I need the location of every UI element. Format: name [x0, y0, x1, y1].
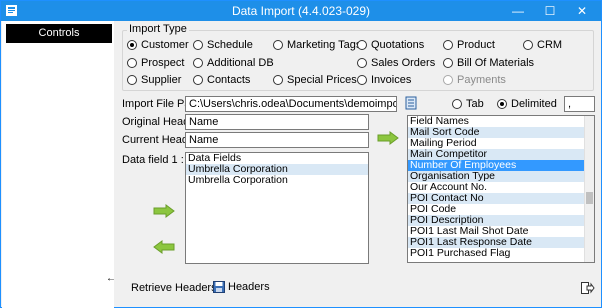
radio-tab[interactable]: Tab — [452, 98, 484, 110]
radio-label: Delimited — [511, 98, 557, 110]
add-right-arrow-icon[interactable] — [153, 204, 175, 218]
sidebar: Controls ← — [2, 21, 116, 308]
title-bar: Data Import (4.4.023-029) — ☐ ✕ — [1, 1, 601, 21]
radio-label: Marketing Tags — [287, 39, 362, 51]
radio-schedule[interactable]: Schedule — [193, 39, 253, 51]
original-header-input[interactable]: Name — [185, 114, 369, 130]
radio-quotations[interactable]: Quotations — [357, 39, 424, 51]
radio-label: Product — [457, 39, 495, 51]
radio-marketing-tags[interactable]: Marketing Tags — [273, 39, 361, 51]
radio-indicator — [497, 99, 507, 109]
field-names-list[interactable]: Field Names Mail Sort Code Mailing Perio… — [407, 115, 595, 263]
data-import-window: Data Import (4.4.023-029) — ☐ ✕ Controls… — [0, 0, 602, 308]
radio-indicator — [443, 75, 453, 85]
radio-indicator — [357, 75, 367, 85]
radio-label: Contacts — [207, 74, 251, 86]
radio-label: Schedule — [207, 39, 253, 51]
radio-label: Prospect — [141, 57, 185, 69]
controls-header[interactable]: Controls — [6, 24, 112, 43]
list-item[interactable]: Umbrella Corporation — [186, 175, 368, 186]
radio-indicator — [127, 40, 137, 50]
field-names-scrollbar[interactable] — [584, 116, 594, 262]
radio-bill-of-materials[interactable]: Bill Of Materials — [443, 57, 534, 69]
radio-indicator — [127, 75, 137, 85]
radio-prospect[interactable]: Prospect — [127, 57, 184, 69]
radio-label: Bill Of Materials — [457, 57, 535, 69]
radio-special-prices[interactable]: Special Prices — [273, 74, 357, 86]
back-arrow-icon[interactable]: ← — [106, 273, 116, 284]
remove-left-arrow-icon[interactable] — [153, 240, 175, 254]
radio-indicator — [443, 58, 453, 68]
radio-indicator — [523, 40, 533, 50]
minimize-button[interactable]: — — [505, 2, 531, 20]
radio-product[interactable]: Product — [443, 39, 495, 51]
save-icon — [213, 281, 225, 293]
radio-supplier[interactable]: Supplier — [127, 74, 181, 86]
import-file-path-input[interactable]: C:\Users\chris.odea\Documents\demoimport… — [185, 96, 397, 112]
radio-indicator — [357, 58, 367, 68]
radio-indicator — [193, 58, 203, 68]
data-fields-list[interactable]: Data Fields Umbrella Corporation Umbrell… — [185, 152, 369, 264]
radio-indicator — [193, 75, 203, 85]
radio-payments: Payments — [443, 74, 506, 86]
maximize-button[interactable]: ☐ — [537, 2, 563, 20]
list-item[interactable]: POI1 Purchased Flag — [408, 248, 594, 259]
exit-icon[interactable] — [581, 282, 595, 294]
radio-label: Invoices — [371, 74, 412, 86]
radio-label: CRM — [537, 39, 563, 51]
radio-customer[interactable]: Customer — [127, 39, 189, 51]
radio-indicator — [452, 99, 462, 109]
current-header-input[interactable]: Name — [185, 132, 369, 148]
radio-indicator — [273, 40, 283, 50]
delimiter-input[interactable]: , — [564, 96, 595, 112]
data-field-label: Data field 1 : — [122, 154, 184, 166]
browse-file-icon[interactable] — [405, 96, 417, 110]
headers-button[interactable]: Headers — [213, 281, 270, 293]
radio-indicator — [443, 40, 453, 50]
import-type-label: Import Type — [127, 23, 189, 35]
radio-indicator — [193, 40, 203, 50]
map-right-arrow-icon[interactable] — [377, 131, 399, 145]
radio-label: Additional DB — [207, 57, 274, 69]
headers-label: Headers — [228, 281, 270, 293]
radio-indicator — [357, 40, 367, 50]
radio-label: Quotations — [371, 39, 425, 51]
radio-invoices[interactable]: Invoices — [357, 74, 411, 86]
radio-label: Payments — [457, 74, 506, 86]
radio-label: Sales Orders — [371, 57, 436, 69]
radio-label: Special Prices — [287, 74, 357, 86]
radio-additional-db[interactable]: Additional DB — [193, 57, 274, 69]
radio-delimited[interactable]: Delimited — [497, 98, 557, 110]
radio-label: Tab — [466, 98, 484, 110]
scrollbar-thumb[interactable] — [586, 192, 593, 204]
close-button[interactable]: ✕ — [569, 2, 595, 20]
radio-label: Customer — [141, 39, 189, 51]
radio-crm[interactable]: CRM — [523, 39, 562, 51]
radio-label: Supplier — [141, 74, 182, 86]
radio-indicator — [127, 58, 137, 68]
radio-indicator — [273, 75, 283, 85]
retrieve-headers-button[interactable]: Retrieve Headers — [131, 282, 217, 294]
radio-sales-orders[interactable]: Sales Orders — [357, 57, 435, 69]
radio-contacts[interactable]: Contacts — [193, 74, 250, 86]
